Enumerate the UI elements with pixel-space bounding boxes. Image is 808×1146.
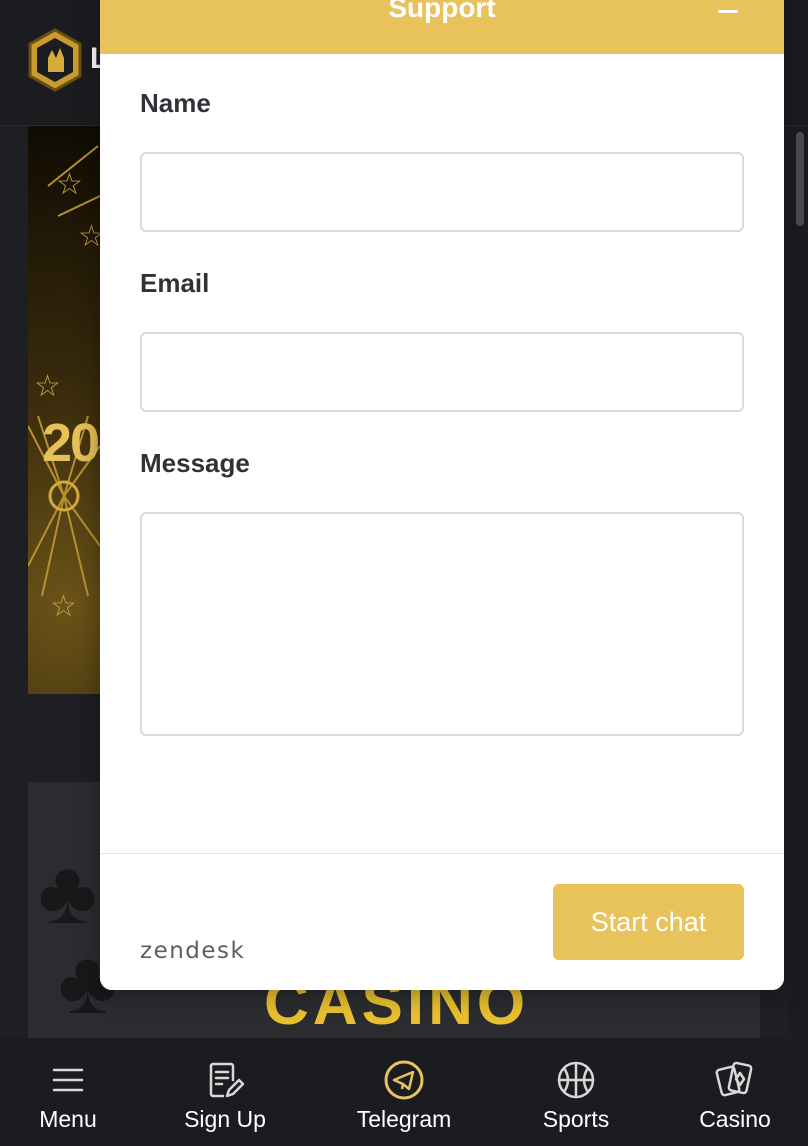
club-icon: ♣ (38, 843, 98, 943)
burst-decoration (28, 145, 100, 597)
start-chat-button[interactable]: Start chat (553, 884, 744, 960)
bottom-nav: Menu Sign Up Telegram Sports Casino (0, 1038, 808, 1146)
nav-item-casino[interactable]: Casino (684, 1038, 786, 1146)
message-textarea[interactable] (140, 512, 744, 736)
nav-label-menu: Menu (39, 1106, 97, 1132)
banner-headline: 20 (42, 413, 100, 473)
cards-icon (715, 1061, 753, 1097)
nav-item-sports[interactable]: Sports (528, 1038, 624, 1146)
nav-label-sports: Sports (542, 1106, 610, 1132)
site-logo-icon[interactable] (26, 28, 84, 92)
minimize-icon[interactable] (714, 0, 742, 28)
support-title: Support (388, 0, 496, 23)
message-label: Message (140, 448, 250, 478)
name-label: Name (140, 88, 211, 118)
nav-label-telegram: Telegram (356, 1106, 452, 1132)
telegram-icon (384, 1060, 424, 1100)
email-label: Email (140, 268, 210, 298)
basketball-icon (557, 1061, 595, 1099)
nav-item-sign-up[interactable]: Sign Up (166, 1038, 284, 1146)
nav-item-telegram[interactable]: Telegram (340, 1038, 468, 1146)
page-scrollbar[interactable] (790, 126, 808, 1038)
zendesk-logo[interactable]: zendesk (140, 938, 245, 964)
nav-item-menu[interactable]: Menu (18, 1038, 118, 1146)
support-widget: Support Name Email Message zendesk Start… (100, 0, 784, 990)
scrollbar-thumb[interactable] (796, 132, 804, 226)
edit-form-icon (209, 1062, 245, 1098)
support-header: Support (100, 0, 784, 54)
email-input[interactable] (140, 332, 744, 412)
nav-label-sign-up: Sign Up (184, 1106, 266, 1132)
name-input[interactable] (140, 152, 744, 232)
support-footer: zendesk Start chat (100, 853, 784, 990)
hamburger-icon (52, 1068, 84, 1092)
nav-label-casino: Casino (699, 1106, 771, 1132)
